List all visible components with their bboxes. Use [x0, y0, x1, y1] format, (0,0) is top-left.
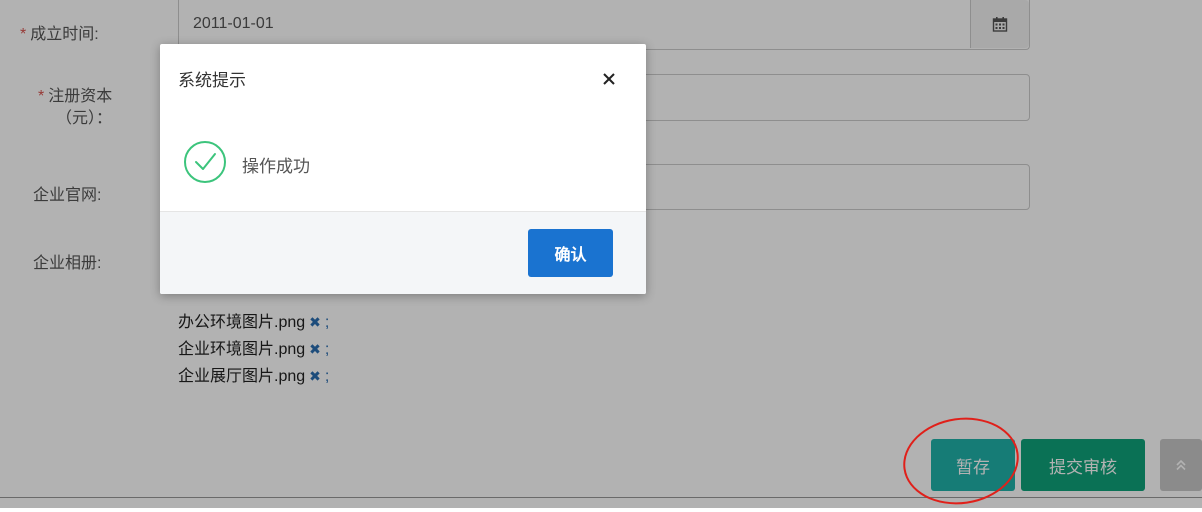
close-icon — [603, 73, 615, 85]
dialog-message: 操作成功 — [242, 157, 310, 176]
confirm-button[interactable]: 确认 — [528, 229, 613, 277]
check-circle-icon — [181, 138, 229, 191]
system-prompt-dialog: 系统提示 操作成功 确认 — [160, 44, 646, 294]
dialog-header: 系统提示 — [160, 44, 646, 108]
dialog-title: 系统提示 — [178, 71, 246, 90]
close-button[interactable] — [598, 68, 620, 90]
dialog-footer: 确认 — [160, 211, 646, 294]
dialog-body: 操作成功 — [160, 108, 646, 211]
